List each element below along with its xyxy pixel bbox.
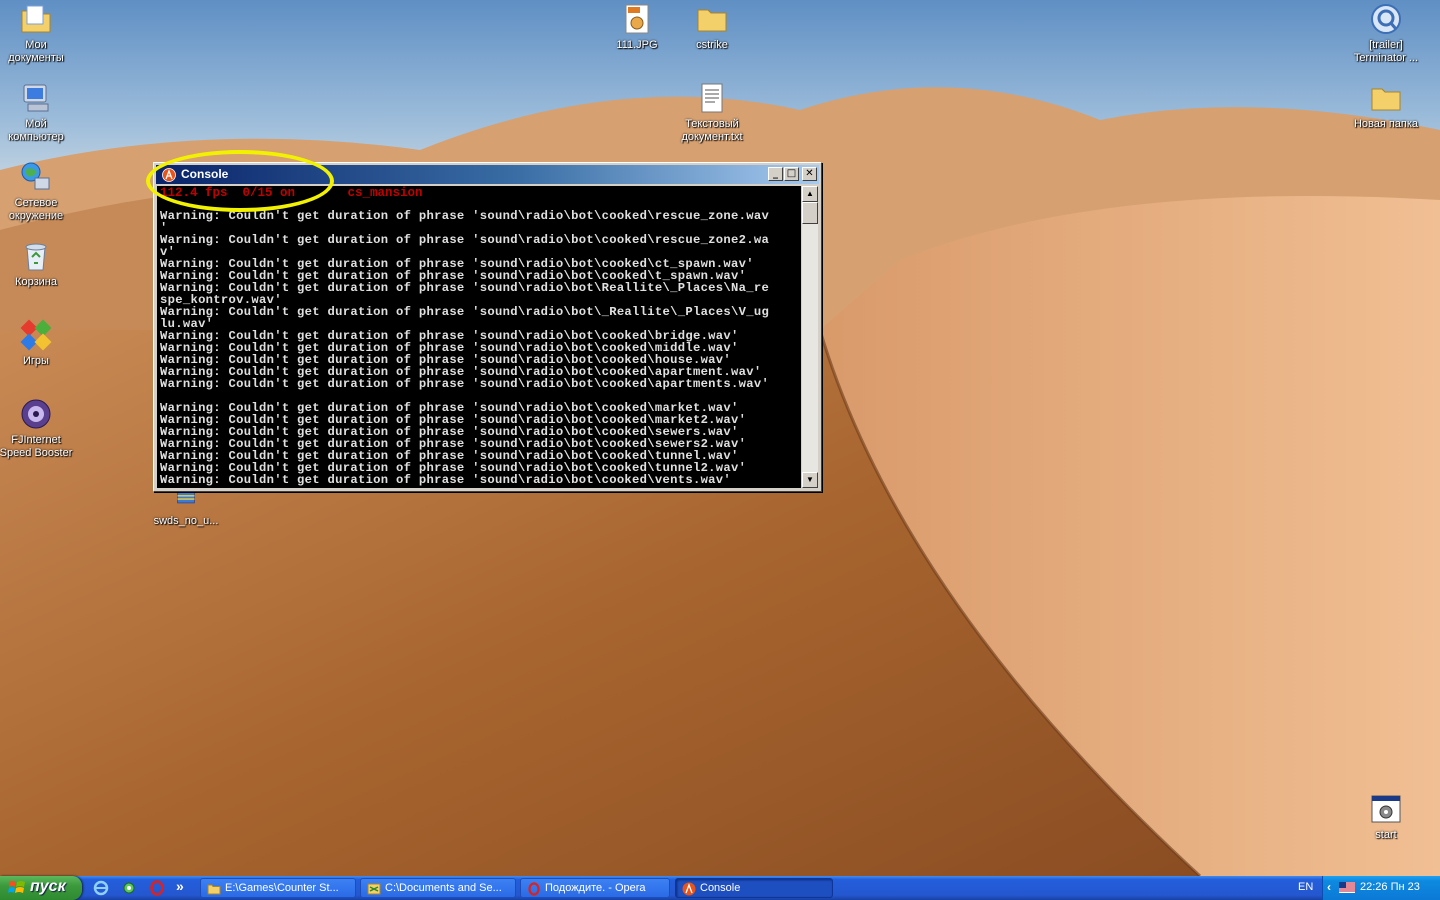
console-scrollbar[interactable]: ▲ ▼ xyxy=(802,186,818,488)
console-titlebar[interactable]: Console _ □ ✕ xyxy=(156,165,819,184)
scroll-down-button[interactable]: ▼ xyxy=(802,472,818,488)
desktop-gear-icon[interactable] xyxy=(121,880,137,896)
task-button-games-folder[interactable]: E:\Games\Counter St... xyxy=(200,878,356,898)
games-icon xyxy=(20,319,52,351)
my-documents-icon xyxy=(21,5,51,33)
task-label: Console xyxy=(700,882,741,894)
icon-label: Сетевое окружение xyxy=(8,197,64,222)
task-label: Подождите. - Opera xyxy=(545,882,646,894)
halflife-icon xyxy=(682,882,696,896)
folder-icon xyxy=(207,884,221,895)
task-button-opera[interactable]: Подождите. - Opera xyxy=(520,878,670,898)
task-label: C:\Documents and Se... xyxy=(385,882,502,894)
quicklaunch-more-button[interactable]: » xyxy=(176,878,184,894)
maximize-button[interactable]: □ xyxy=(784,167,799,181)
icon-label: Текстовый документ.txt xyxy=(681,118,743,143)
console-log-line: Warning: Couldn't get duration of phrase… xyxy=(160,377,770,391)
internet-explorer-icon[interactable] xyxy=(93,880,109,896)
icon-label: Игры xyxy=(23,355,49,367)
task-button-console[interactable]: Console xyxy=(675,878,833,898)
console-title: Console xyxy=(181,167,229,181)
batch-file-icon xyxy=(1371,795,1401,823)
desktop-icon-cstrike[interactable]: cstrike xyxy=(672,2,752,52)
start-button[interactable]: пуск xyxy=(0,876,82,900)
icon-label: swds_no_u... xyxy=(153,515,219,527)
halflife-icon xyxy=(162,168,176,182)
desktop-icon-swds[interactable]: swds_no_u... xyxy=(146,490,226,528)
desktop-icon-new-folder[interactable]: Новая папка xyxy=(1346,81,1426,131)
icon-label: FJInternet Speed Booster xyxy=(0,434,73,459)
icon-label: Новая папка xyxy=(1353,118,1419,130)
folder-icon xyxy=(697,9,727,32)
icon-label: start xyxy=(1375,829,1397,841)
opera-icon xyxy=(528,882,540,896)
icon-label: 111.JPG xyxy=(616,39,658,51)
scroll-thumb[interactable] xyxy=(802,202,818,224)
desktop-icon-jpg[interactable]: 111.JPG xyxy=(597,2,677,52)
task-label: E:\Games\Counter St... xyxy=(225,882,339,894)
scroll-up-button[interactable]: ▲ xyxy=(802,186,818,202)
clock[interactable]: 22:26 Пн 23 xyxy=(1360,881,1420,893)
archive-icon xyxy=(177,492,195,504)
windows-logo-icon xyxy=(8,881,25,893)
console-log-line: Warning: Couldn't get duration of phrase… xyxy=(160,473,732,487)
desktop-icon-speed-booster[interactable]: FJInternet Speed Booster xyxy=(0,397,76,460)
icon-label: Мои документы xyxy=(8,39,64,64)
console-log-line: Warning: Couldn't get duration of phrase… xyxy=(160,233,770,247)
language-indicator[interactable]: EN xyxy=(1298,881,1313,893)
minimize-button[interactable]: _ xyxy=(768,167,783,181)
console-log-line: Warning: Couldn't get duration of phrase… xyxy=(160,209,770,223)
tray-expand-icon[interactable]: ‹ xyxy=(1327,880,1331,894)
console-status-line: 112.4 fps 0/15 on cs_mansion xyxy=(160,186,423,200)
taskbar: пуск » E:\Games\Counter St... C:\Documen… xyxy=(0,876,1440,900)
icon-label: cstrike xyxy=(696,39,728,51)
console-window[interactable]: Console _ □ ✕ 112.4 fps 0/15 on cs_mansi… xyxy=(153,162,822,492)
icon-label: Корзина xyxy=(15,276,57,288)
text-document-icon xyxy=(701,83,723,113)
icon-label: Мой компьютер xyxy=(8,118,64,143)
desktop-icon-my-computer[interactable]: Мой компьютер xyxy=(0,81,76,144)
jpg-file-icon xyxy=(625,4,649,34)
console-log: Warning: Couldn't get duration of phrase… xyxy=(160,210,800,486)
network-places-icon xyxy=(21,162,50,190)
folder-icon xyxy=(1371,88,1401,111)
console-output[interactable]: 112.4 fps 0/15 on cs_mansion Warning: Co… xyxy=(157,186,801,488)
desktop-icon-trailer[interactable]: [trailer] Terminator ... xyxy=(1346,2,1426,65)
start-label: пуск xyxy=(30,878,66,895)
desktop-icon-text-document[interactable]: Текстовый документ.txt xyxy=(672,81,752,144)
icon-label: [trailer] Terminator ... xyxy=(1353,39,1419,64)
explorer-icon xyxy=(367,883,381,895)
desktop-icon-network[interactable]: Сетевое окружение xyxy=(0,160,76,223)
us-flag-icon[interactable] xyxy=(1339,882,1355,893)
desktop-icon-games[interactable]: Игры xyxy=(0,318,76,368)
task-button-documents[interactable]: C:\Documents and Se... xyxy=(360,878,516,898)
recycle-bin-icon xyxy=(25,243,47,271)
quicktime-icon xyxy=(1371,4,1401,34)
system-tray: ‹ 22:26 Пн 23 xyxy=(1322,876,1440,900)
my-computer-icon xyxy=(23,84,49,112)
console-log-line: Warning: Couldn't get duration of phrase… xyxy=(160,305,770,319)
speed-booster-icon xyxy=(21,399,51,429)
desktop-icon-recycle-bin[interactable]: Корзина xyxy=(0,239,76,289)
desktop-icon-my-documents[interactable]: Мои документы xyxy=(0,2,76,65)
opera-icon[interactable] xyxy=(149,880,165,896)
desktop-icon-start-bat[interactable]: start xyxy=(1346,792,1426,842)
close-button[interactable]: ✕ xyxy=(802,167,817,181)
